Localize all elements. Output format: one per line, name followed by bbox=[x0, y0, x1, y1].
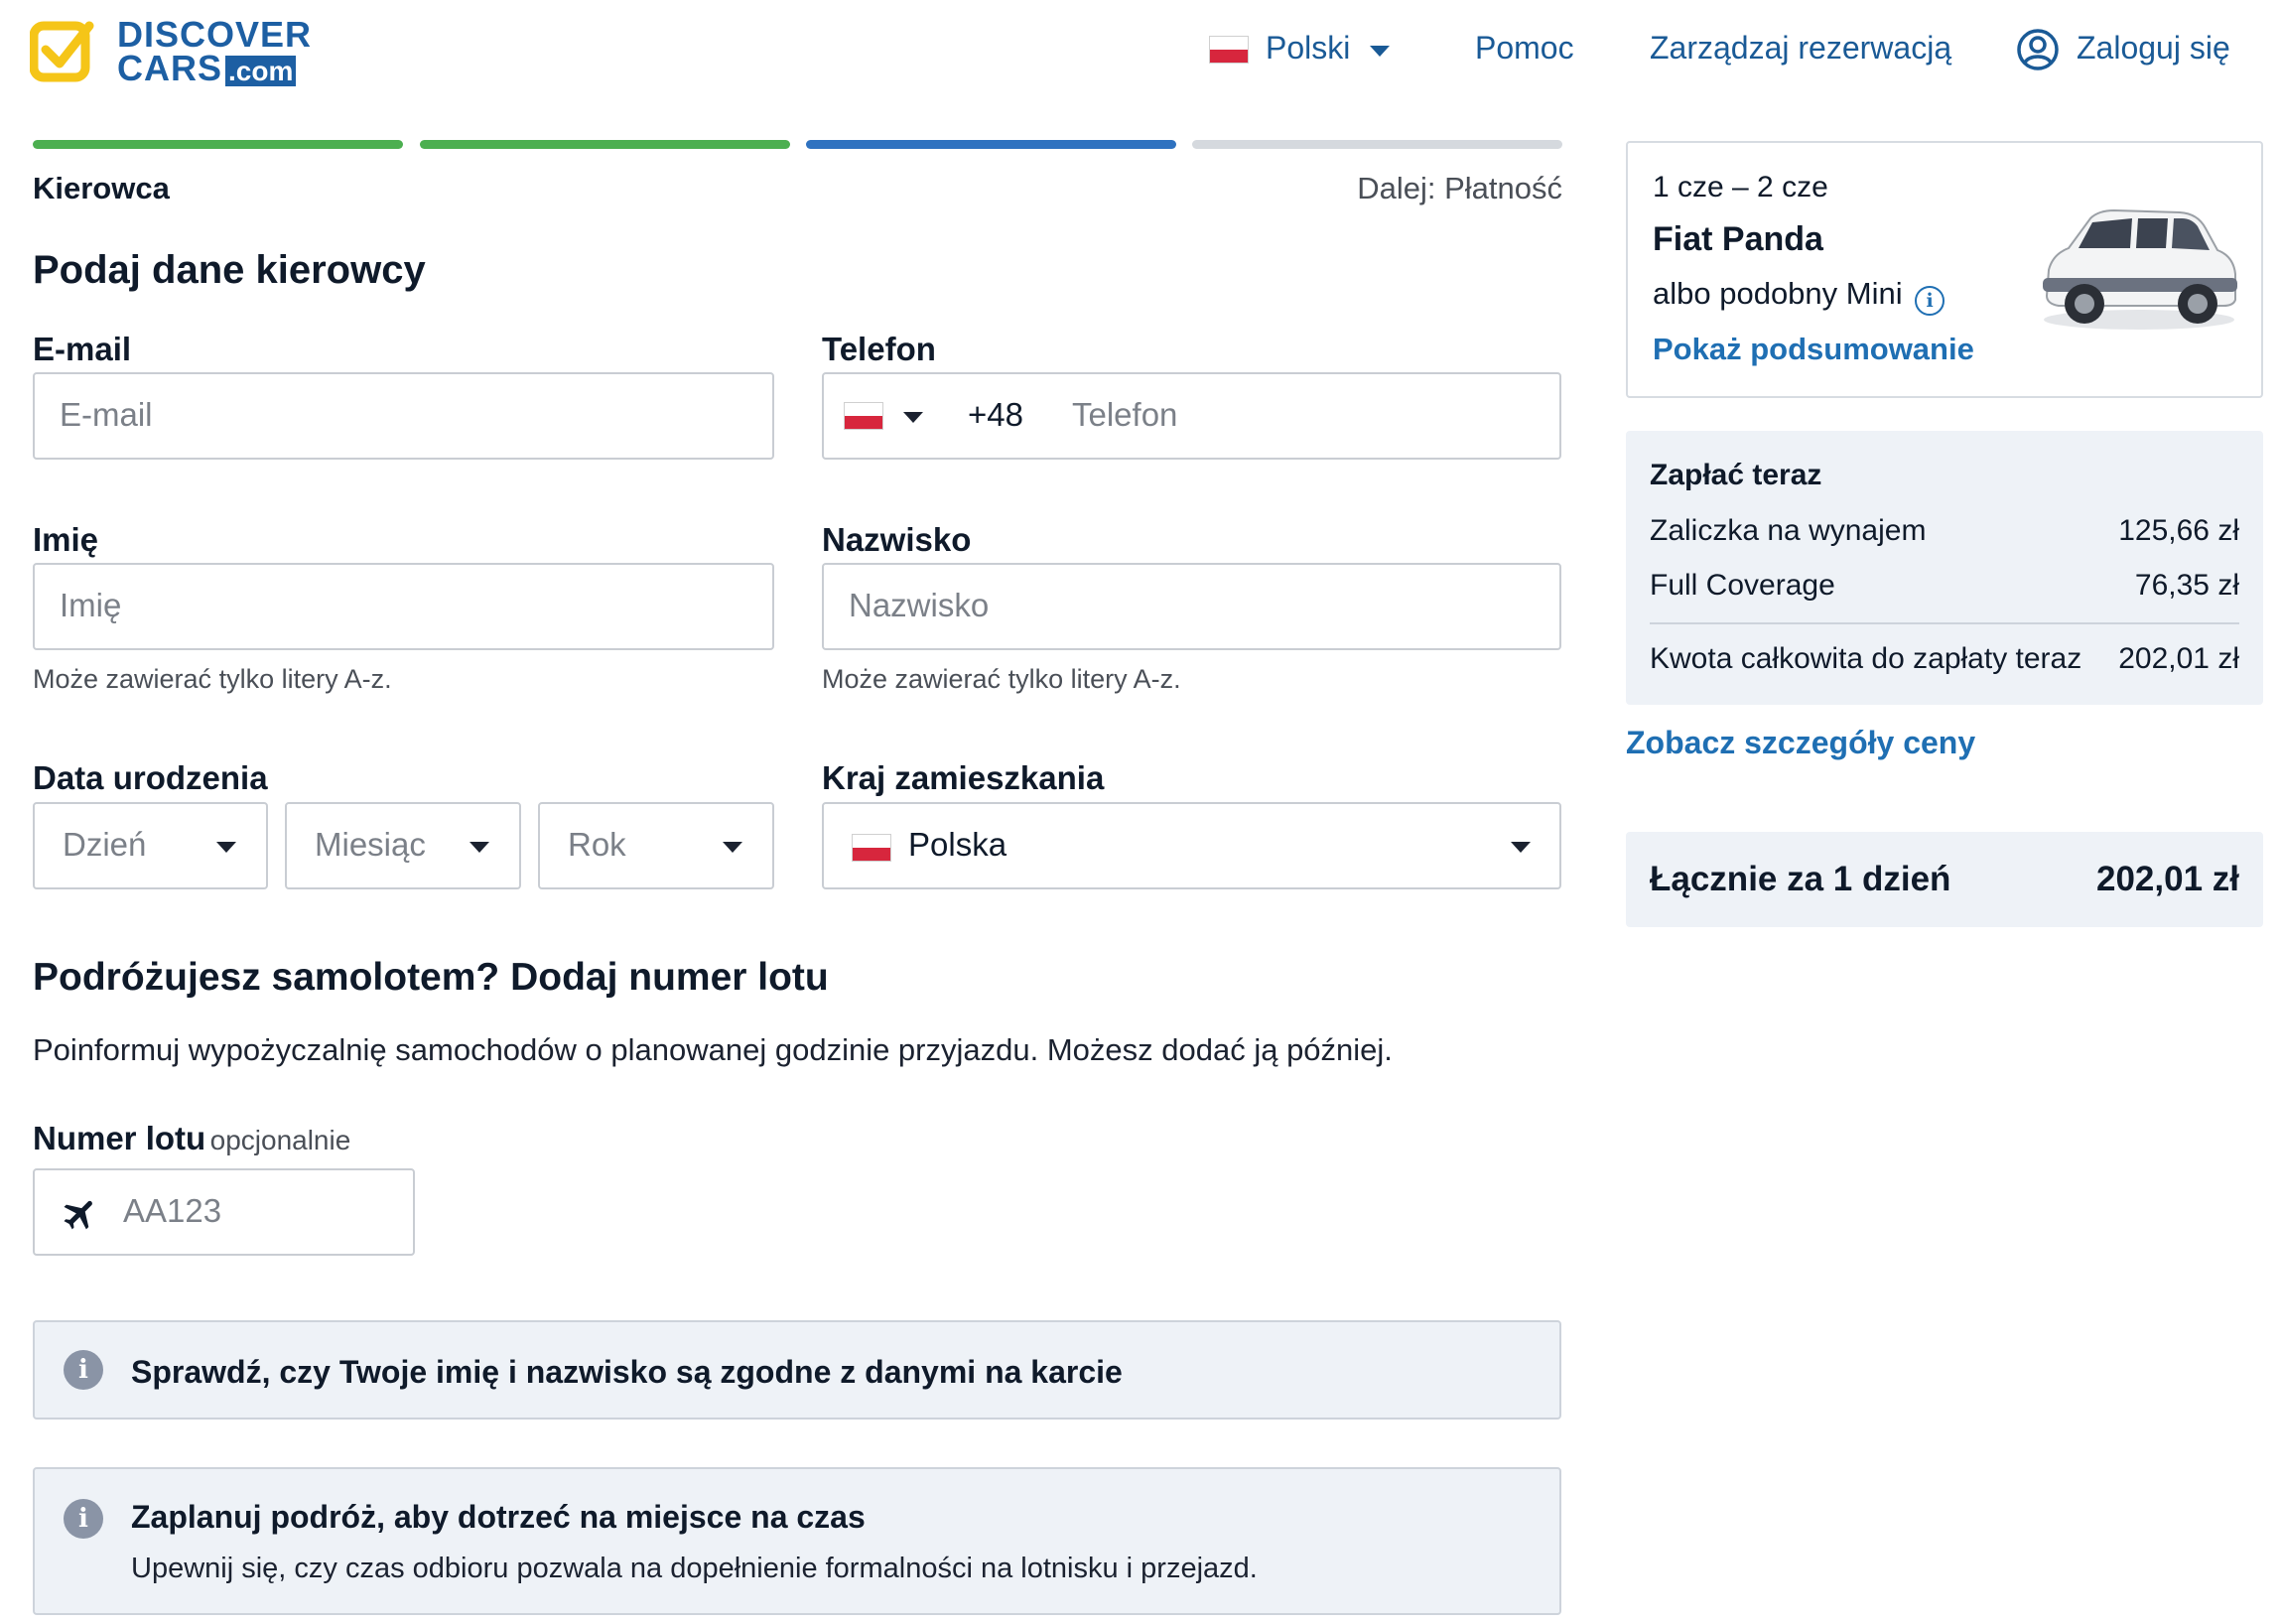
grand-total-panel: Łącznie za 1 dzień 202,01 zł bbox=[1626, 832, 2263, 927]
login-button[interactable]: Zaloguj się bbox=[2016, 26, 2254, 73]
flight-number-placeholder: AA123 bbox=[123, 1192, 222, 1229]
current-step-label: Kierowca bbox=[33, 171, 170, 205]
name-match-notice: i Sprawdź, czy Twoje imię i nazwisko są … bbox=[33, 1320, 1561, 1420]
email-field[interactable]: E-mail bbox=[33, 372, 774, 460]
first-name-placeholder: Imię bbox=[60, 587, 122, 623]
country-label: Kraj zamieszkania bbox=[822, 759, 1105, 796]
progress-step-1 bbox=[33, 140, 403, 149]
price-row-deposit: Zaliczka na wynajem 125,66 zł bbox=[1650, 514, 2239, 548]
price-row-label: Full Coverage bbox=[1650, 569, 1835, 602]
car-name: Fiat Panda bbox=[1653, 220, 1823, 258]
phone-label: Telefon bbox=[822, 331, 936, 367]
flight-number-label: Numer lotu bbox=[33, 1120, 206, 1156]
price-row-value: 76,35 zł bbox=[2134, 569, 2239, 602]
info-circle-icon[interactable]: i bbox=[1915, 286, 1946, 316]
flight-number-field[interactable]: AA123 bbox=[33, 1168, 415, 1256]
progress-step-4 bbox=[1192, 140, 1562, 149]
notice-text: Upewnij się, czy czas odbioru pozwala na… bbox=[131, 1553, 1258, 1584]
language-label: Polski bbox=[1266, 30, 1351, 66]
divider bbox=[1650, 622, 2239, 624]
birth-month-select[interactable]: Miesiąc bbox=[285, 802, 521, 889]
price-row-value: 202,01 zł bbox=[2118, 642, 2239, 675]
manage-booking-link[interactable]: Zarządzaj rezerwacją bbox=[1650, 30, 1951, 67]
phone-placeholder: Telefon bbox=[1072, 396, 1178, 433]
price-row-total-now: Kwota całkowita do zapłaty teraz 202,01 … bbox=[1650, 642, 2239, 676]
phone-prefix: +48 bbox=[968, 396, 1023, 433]
info-icon: i bbox=[64, 1499, 103, 1539]
chevron-down-icon bbox=[1511, 842, 1531, 853]
chevron-down-icon bbox=[470, 842, 489, 853]
chevron-down-icon bbox=[723, 842, 742, 853]
flight-section-description: Poinformuj wypożyczalnię samochodów o pl… bbox=[33, 1032, 1393, 1067]
last-name-placeholder: Nazwisko bbox=[849, 587, 990, 623]
last-name-label: Nazwisko bbox=[822, 521, 972, 558]
flag-poland-icon bbox=[852, 834, 891, 862]
logo-domain-badge: .com bbox=[225, 56, 297, 86]
site-logo[interactable]: DISCOVER CARS .com bbox=[30, 14, 311, 88]
birth-date-label: Data urodzenia bbox=[33, 759, 268, 796]
country-select[interactable]: Polska bbox=[822, 802, 1561, 889]
grand-total-value: 202,01 zł bbox=[2096, 860, 2239, 898]
price-row-label: Zaliczka na wynajem bbox=[1650, 514, 1927, 547]
price-details-link[interactable]: Zobacz szczegóły ceny bbox=[1626, 725, 1975, 761]
show-summary-link[interactable]: Pokaż podsumowanie bbox=[1653, 332, 1974, 367]
notice-title: Sprawdź, czy Twoje imię i nazwisko są zg… bbox=[131, 1354, 1123, 1390]
birth-day-select[interactable]: Dzień bbox=[33, 802, 268, 889]
plan-trip-notice: i Zaplanuj podróż, aby dotrzeć na miejsc… bbox=[33, 1467, 1561, 1615]
form-title: Podaj dane kierowcy bbox=[33, 248, 426, 292]
login-label: Zaloguj się bbox=[2077, 30, 2230, 66]
phone-country-selector[interactable] bbox=[844, 400, 933, 436]
pay-now-title: Zapłać teraz bbox=[1650, 459, 1822, 491]
chevron-down-icon bbox=[1370, 46, 1390, 57]
country-value: Polska bbox=[908, 826, 1007, 863]
help-link[interactable]: Pomoc bbox=[1475, 30, 1574, 67]
email-placeholder: E-mail bbox=[60, 396, 153, 433]
price-row-value: 125,66 zł bbox=[2118, 514, 2239, 547]
next-step-label: Dalej: Płatność bbox=[1357, 171, 1562, 205]
car-summary-card: 1 cze – 2 cze Fiat Panda albo podobny Mi… bbox=[1626, 141, 2263, 398]
last-name-field[interactable]: Nazwisko bbox=[822, 563, 1561, 650]
car-image bbox=[2043, 208, 2237, 330]
info-icon: i bbox=[64, 1350, 103, 1390]
birth-month-value: Miesiąc bbox=[315, 826, 426, 863]
birth-year-value: Rok bbox=[568, 826, 626, 863]
email-label: E-mail bbox=[33, 331, 132, 367]
price-row-coverage: Full Coverage 76,35 zł bbox=[1650, 569, 2239, 603]
pay-now-panel: Zapłać teraz Zaliczka na wynajem 125,66 … bbox=[1626, 431, 2263, 705]
rental-dates: 1 cze – 2 cze bbox=[1653, 171, 1828, 203]
last-name-hint: Może zawierać tylko litery A-z. bbox=[822, 664, 1181, 694]
airplane-icon bbox=[64, 1200, 92, 1230]
progress-step-2 bbox=[420, 140, 790, 149]
grand-total-label: Łącznie za 1 dzień bbox=[1650, 860, 1951, 898]
flag-poland-icon bbox=[1209, 36, 1249, 64]
birth-year-select[interactable]: Rok bbox=[538, 802, 774, 889]
user-circle-icon bbox=[2017, 29, 2059, 70]
chevron-down-icon bbox=[903, 412, 923, 423]
flight-number-optional: opcjonalnie bbox=[209, 1125, 351, 1155]
logo-check-icon bbox=[30, 21, 94, 82]
flight-section-title: Podróżujesz samolotem? Dodaj numer lotu bbox=[33, 956, 829, 999]
logo-text-line2: CARS bbox=[117, 48, 223, 88]
price-row-label: Kwota całkowita do zapłaty teraz bbox=[1650, 642, 2082, 675]
first-name-label: Imię bbox=[33, 521, 99, 558]
birth-day-value: Dzień bbox=[63, 826, 147, 863]
flag-poland-icon bbox=[844, 402, 883, 430]
first-name-field[interactable]: Imię bbox=[33, 563, 774, 650]
progress-step-3 bbox=[806, 140, 1176, 149]
car-category: albo podobny Mini bbox=[1653, 276, 1903, 311]
phone-field[interactable]: +48 Telefon bbox=[822, 372, 1561, 460]
first-name-hint: Może zawierać tylko litery A-z. bbox=[33, 664, 392, 694]
chevron-down-icon bbox=[216, 842, 236, 853]
notice-title: Zaplanuj podróż, aby dotrzeć na miejsce … bbox=[131, 1499, 866, 1535]
language-selector[interactable]: Polski bbox=[1209, 30, 1393, 73]
